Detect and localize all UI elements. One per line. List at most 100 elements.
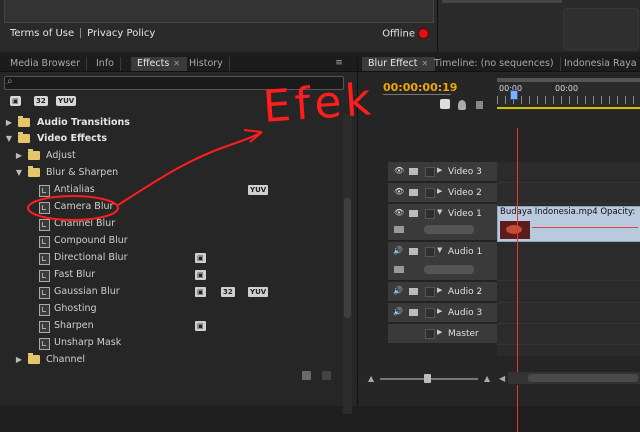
effect-item-sharpen[interactable]: Sharpen ▣ — [0, 318, 340, 334]
display-style-icon[interactable] — [394, 226, 404, 233]
terms-link[interactable]: Terms of Use — [10, 28, 74, 39]
keyframe-controls[interactable] — [424, 265, 474, 274]
tree-item-blur-sharpen[interactable]: ▼ Blur & Sharpen — [0, 165, 340, 181]
effect-item-unsharp-mask[interactable]: Unsharp Mask — [0, 335, 340, 351]
tree-item-channel[interactable]: ▶ Channel — [0, 352, 340, 368]
lock-icon[interactable] — [425, 329, 435, 339]
track-audio-3[interactable]: ▶ Audio 3 — [388, 303, 497, 323]
scroll-left-icon[interactable]: ◀ — [499, 374, 505, 383]
track-audio-1[interactable]: ▼ Audio 1 — [388, 242, 497, 281]
tree-item-video-effects[interactable]: ▼ Video Effects — [0, 131, 340, 147]
track-video-1[interactable]: ▼ Video 1 — [388, 204, 497, 241]
track-audio-2[interactable]: ▶ Audio 2 — [388, 282, 497, 302]
track-name: Master — [448, 329, 479, 339]
lock-icon[interactable] — [425, 167, 435, 177]
tab-indonesia-raya[interactable]: Indonesia Raya ve — [558, 57, 640, 71]
tree-item-label: Fast Blur — [54, 269, 96, 280]
expand-arrow-icon[interactable]: ▶ — [15, 352, 23, 368]
keyframe-controls[interactable] — [424, 225, 474, 234]
accelerated-filter-button[interactable]: ▣ — [10, 96, 21, 106]
delete-icon[interactable] — [322, 371, 331, 380]
privacy-link[interactable]: Privacy Policy — [87, 28, 155, 39]
opacity-line[interactable] — [532, 227, 638, 228]
effect-icon — [39, 270, 50, 282]
lane-audio-2 — [497, 282, 640, 303]
work-area-bar[interactable] — [497, 78, 640, 82]
expand-arrow-icon[interactable]: ▶ — [437, 307, 442, 315]
32bit-filter-button[interactable]: 32 — [34, 96, 48, 106]
timeline-clip-area[interactable]: Budaya Indonesia.mp4 Opacity: — [497, 162, 640, 356]
expand-arrow-icon[interactable]: ▶ — [437, 328, 442, 336]
video-clip[interactable]: Budaya Indonesia.mp4 Opacity: — [497, 206, 640, 242]
tab-effects[interactable]: Effects ✕ — [131, 57, 187, 71]
set-marker-icon[interactable] — [458, 100, 466, 110]
tab-label: Blur Effect — [368, 58, 418, 69]
effect-icon — [39, 236, 50, 248]
effect-item-directional-blur[interactable]: Directional Blur ▣ — [0, 250, 340, 266]
speaker-icon[interactable] — [393, 286, 405, 297]
lock-icon[interactable] — [425, 308, 435, 318]
tab-media-browser[interactable]: Media Browser — [4, 57, 88, 71]
effects-search-field[interactable]: ⌕ — [4, 76, 344, 90]
timeline-tab-bar: Blur Effect ✕ Timeline: (no sequences) In… — [358, 56, 640, 72]
zoom-slider-knob[interactable] — [424, 374, 431, 383]
horizontal-scrollbar[interactable] — [508, 372, 640, 384]
search-input[interactable] — [19, 77, 337, 88]
clip-thumbnail — [500, 221, 530, 239]
effect-item-compound-blur[interactable]: Compound Blur — [0, 233, 340, 249]
eye-icon[interactable] — [394, 166, 404, 176]
track-video-3[interactable]: ▶ Video 3 — [388, 162, 497, 182]
expand-arrow-icon[interactable]: ▶ — [437, 187, 442, 195]
snap-icon[interactable] — [440, 99, 450, 109]
lock-icon[interactable] — [425, 247, 435, 257]
expand-arrow-icon[interactable]: ▶ — [437, 166, 442, 174]
speaker-icon[interactable] — [393, 307, 405, 318]
tab-history[interactable]: History — [183, 57, 230, 71]
scrollbar-thumb[interactable] — [528, 374, 638, 382]
expand-arrow-icon[interactable]: ▶ — [5, 115, 13, 131]
lock-icon[interactable] — [425, 209, 435, 219]
scrollbar-thumb[interactable] — [344, 198, 351, 318]
tab-blur-effect[interactable]: Blur Effect ✕ — [362, 57, 436, 71]
effect-item-antialias[interactable]: Antialias YUV — [0, 182, 340, 198]
timecode-display[interactable]: 00:00:00:19 — [383, 81, 457, 94]
speaker-icon[interactable] — [393, 246, 405, 257]
lock-icon[interactable] — [425, 287, 435, 297]
tab-timeline-no-sequences[interactable]: Timeline: (no sequences) — [428, 57, 561, 71]
collapse-arrow-icon[interactable]: ▼ — [15, 165, 23, 181]
eye-icon[interactable] — [394, 208, 404, 218]
effect-item-gaussian-blur[interactable]: Gaussian Blur ▣ 32 YUV — [0, 284, 340, 300]
waveform-icon[interactable] — [394, 266, 404, 273]
effect-item-channel-blur[interactable]: Channel Blur — [0, 216, 340, 232]
tree-item-adjust[interactable]: ▶ Adjust — [0, 148, 340, 164]
new-bin-icon[interactable] — [302, 371, 311, 380]
tab-label: Info — [96, 58, 114, 69]
playhead-line[interactable] — [517, 128, 518, 432]
panel-menu-icon[interactable]: ≡ — [332, 57, 346, 70]
yuv-badge: YUV — [248, 185, 269, 195]
track-headers: ▶ Video 3 ▶ Video 2 ▼ Video 1 ▼ Audio 1 — [388, 162, 497, 356]
expand-arrow-icon[interactable]: ▶ — [15, 148, 23, 164]
collapse-arrow-icon[interactable]: ▼ — [437, 208, 442, 216]
tab-info[interactable]: Info — [90, 57, 121, 71]
effect-item-ghosting[interactable]: Ghosting — [0, 301, 340, 317]
track-video-2[interactable]: ▶ Video 2 — [388, 183, 497, 203]
effect-item-fast-blur[interactable]: Fast Blur ▣ — [0, 267, 340, 283]
track-master[interactable]: ▶ Master — [388, 324, 497, 344]
zoom-out-icon[interactable]: ▲ — [368, 374, 374, 383]
zoom-in-icon[interactable]: ▲ — [484, 374, 490, 383]
close-icon[interactable]: ✕ — [173, 59, 180, 68]
transport-controls[interactable] — [563, 8, 639, 50]
timecode-underline — [383, 94, 451, 95]
collapse-arrow-icon[interactable]: ▼ — [5, 131, 13, 147]
time-ruler[interactable]: 00:00 00:00 — [497, 78, 640, 110]
yuv-filter-button[interactable]: YUV — [56, 96, 77, 106]
playhead-handle[interactable] — [510, 90, 518, 100]
eye-icon[interactable] — [394, 187, 404, 197]
add-marker-icon[interactable] — [476, 101, 483, 109]
collapse-arrow-icon[interactable]: ▼ — [437, 246, 442, 254]
expand-arrow-icon[interactable]: ▶ — [437, 286, 442, 294]
tree-item-audio-transitions[interactable]: ▶ Audio Transitions — [0, 115, 340, 131]
effect-item-camera-blur[interactable]: Camera Blur — [0, 199, 340, 215]
lock-icon[interactable] — [425, 188, 435, 198]
